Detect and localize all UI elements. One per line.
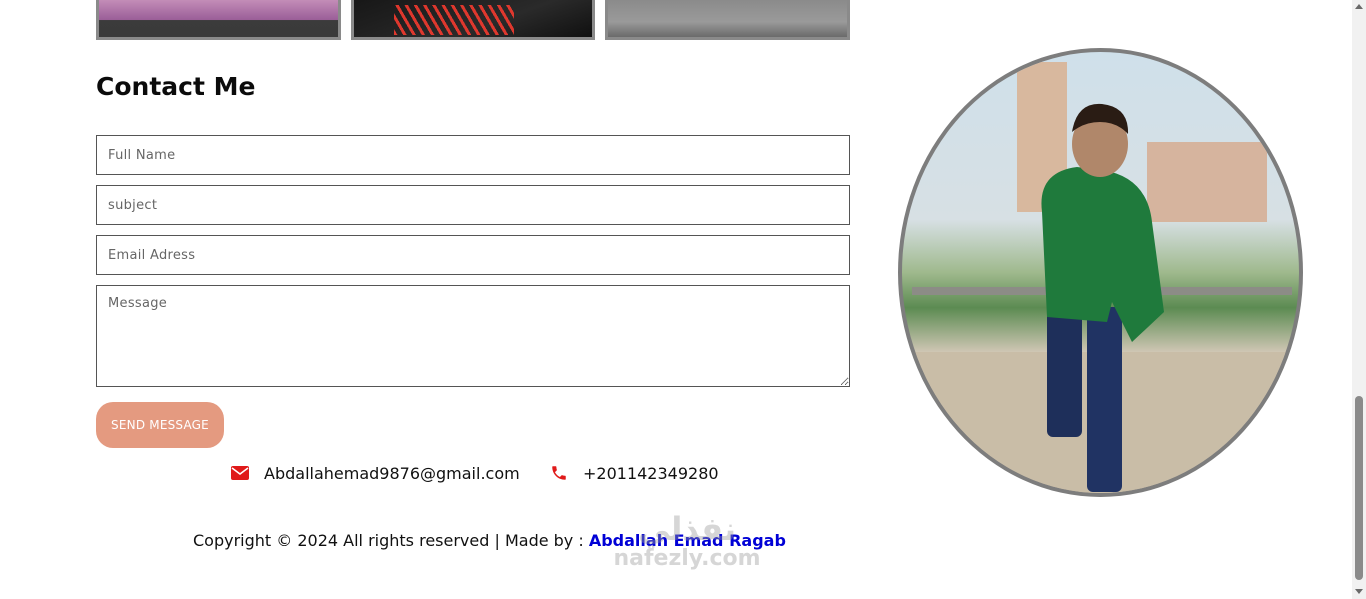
- email-text[interactable]: Abdallahemad9876@gmail.com: [264, 464, 520, 483]
- contact-phone: +201142349280: [550, 462, 719, 484]
- scroll-down-arrow-icon[interactable]: [1355, 589, 1363, 594]
- keyboard-glow: [394, 5, 514, 35]
- contact-email: Abdallahemad9876@gmail.com: [231, 462, 520, 484]
- email-input[interactable]: [96, 235, 850, 275]
- gallery-image-desk-setup[interactable]: [96, 0, 341, 40]
- author-link[interactable]: Abdallah Emad Ragab: [589, 531, 786, 550]
- subject-input[interactable]: [96, 185, 850, 225]
- profile-photo: [898, 48, 1303, 497]
- phone-text[interactable]: +201142349280: [583, 464, 719, 483]
- contact-heading: Contact Me: [96, 72, 256, 101]
- scrollbar[interactable]: [1352, 0, 1366, 599]
- footer-copyright: Copyright © 2024 All rights reserved | M…: [193, 531, 786, 550]
- scroll-up-arrow-icon[interactable]: [1355, 4, 1363, 9]
- gallery-image-laptop-keyboard[interactable]: [351, 0, 595, 40]
- send-message-button[interactable]: SEND MESSAGE: [96, 402, 224, 448]
- full-name-input[interactable]: [96, 135, 850, 175]
- envelope-icon: [231, 466, 249, 480]
- gallery-image-monitor[interactable]: [605, 0, 850, 40]
- phone-icon: [552, 466, 566, 480]
- copyright-text: Copyright © 2024 All rights reserved | M…: [193, 531, 589, 550]
- person-illustration: [902, 62, 1299, 493]
- scrollbar-thumb[interactable]: [1355, 396, 1363, 580]
- message-textarea[interactable]: [96, 285, 850, 387]
